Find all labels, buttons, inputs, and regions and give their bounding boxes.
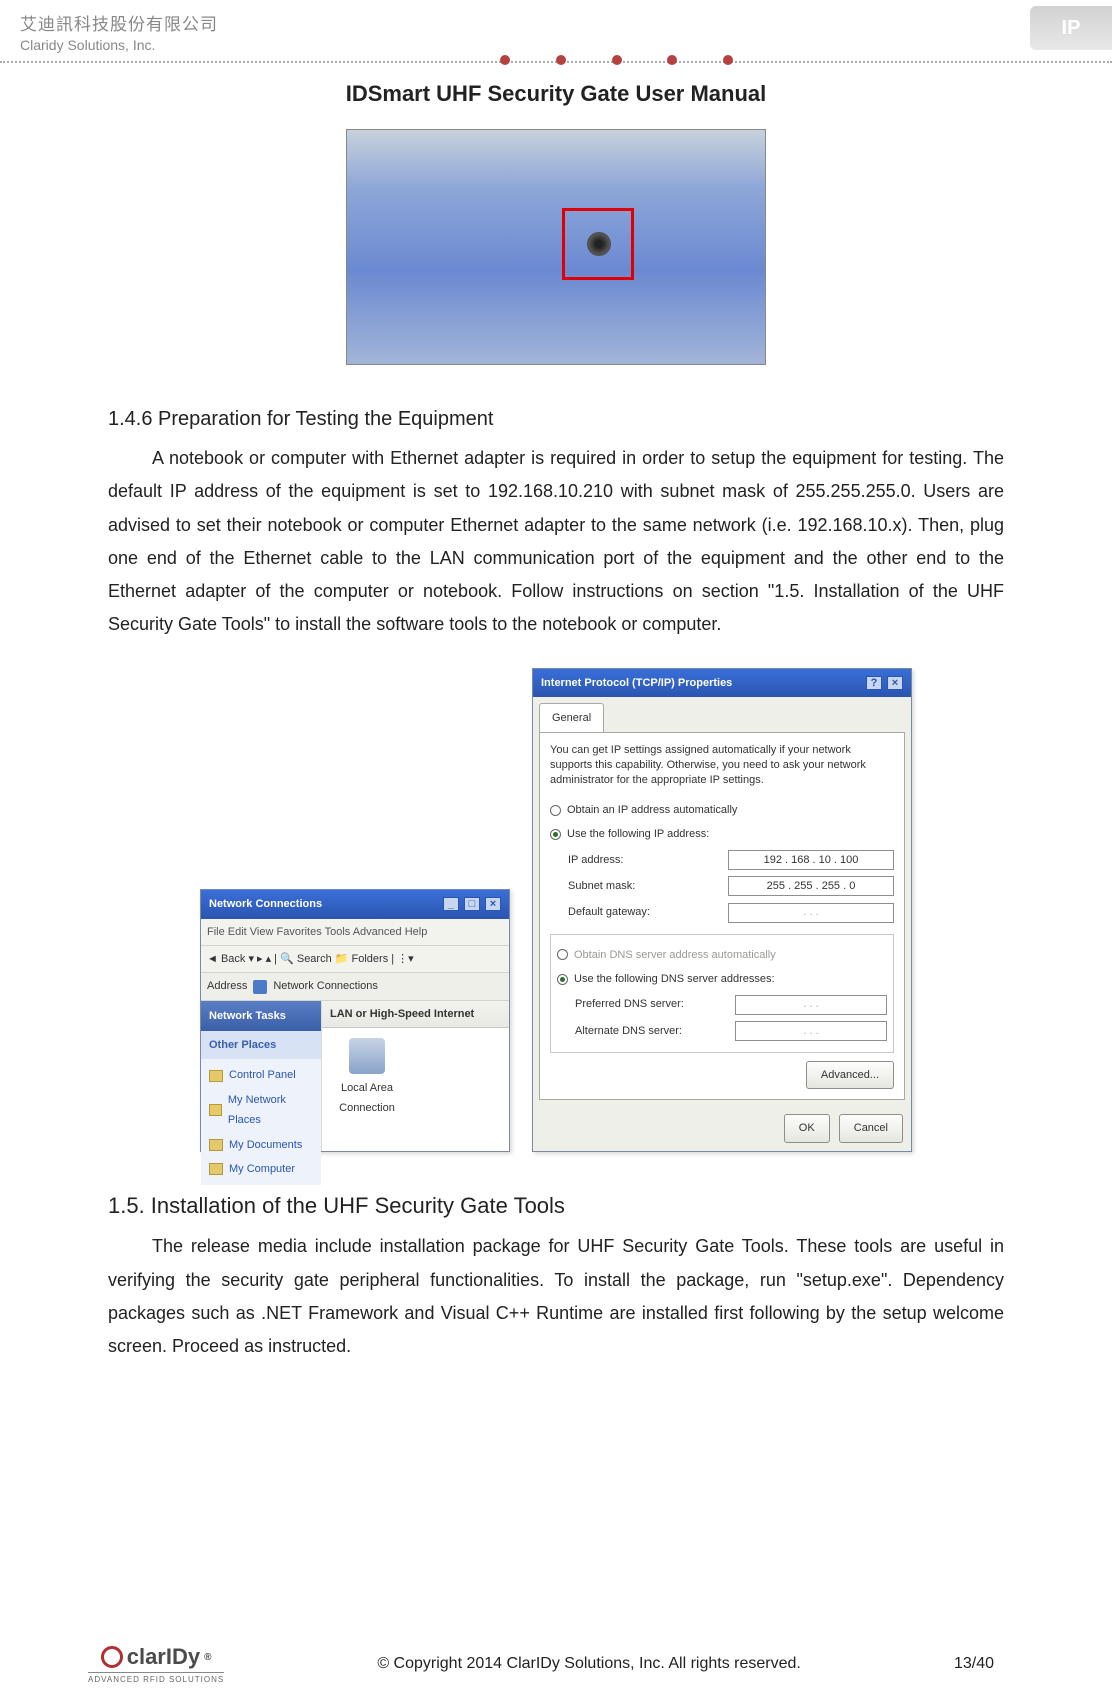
page-number: 13/40 xyxy=(954,1655,994,1673)
address-label: Address xyxy=(207,976,247,996)
win1-sidebar: Network Tasks Other Places Control Panel… xyxy=(201,1001,321,1151)
advanced-row: Advanced... xyxy=(550,1057,894,1089)
win2-window-buttons: ? × xyxy=(864,673,903,693)
advanced-button[interactable]: Advanced... xyxy=(806,1061,894,1089)
ring-icon xyxy=(101,1646,123,1668)
device-photo-wrap xyxy=(0,129,1112,365)
default-gateway-row: Default gateway: . . . xyxy=(550,899,894,925)
subnet-mask-label: Subnet mask: xyxy=(568,876,728,896)
radio-obtain-dns-auto: Obtain DNS server address automatically xyxy=(557,943,887,967)
highlight-box-icon xyxy=(562,208,634,280)
company-name-en: Claridy Solutions, Inc. xyxy=(20,37,1092,53)
default-gateway-input[interactable]: . . . xyxy=(728,903,894,923)
radio-use-following-ip[interactable]: Use the following IP address: xyxy=(550,822,894,846)
tab-general[interactable]: General xyxy=(539,703,604,732)
alternate-dns-label: Alternate DNS server: xyxy=(575,1021,735,1041)
ip-address-input[interactable]: 192 . 168 . 10 . 100 xyxy=(728,850,894,870)
other-places-list: Control Panel My Network Places My Docum… xyxy=(201,1059,321,1185)
other-places-header[interactable]: Other Places xyxy=(201,1031,321,1059)
subnet-mask-row: Subnet mask: 255 . 255 . 255 . 0 xyxy=(550,873,894,899)
maximize-icon[interactable]: □ xyxy=(464,897,480,911)
radio-icon xyxy=(557,949,568,960)
place-my-network-places[interactable]: My Network Places xyxy=(209,1088,313,1133)
radio-selected-icon xyxy=(550,829,561,840)
win2-footer: OK Cancel xyxy=(533,1106,911,1150)
close-icon[interactable]: × xyxy=(485,897,501,911)
win1-toolbar[interactable]: ◄ Back ▾ ▸ ▴ | 🔍 Search 📁 Folders | ⋮▾ xyxy=(201,946,509,973)
place-my-documents[interactable]: My Documents xyxy=(209,1133,313,1157)
ip-address-label: IP address: xyxy=(568,850,728,870)
page-header: 艾迪訊科技股份有限公司 Claridy Solutions, Inc. IP xyxy=(0,0,1112,53)
document-title: IDSmart UHF Security Gate User Manual xyxy=(0,81,1112,107)
content-area: 1.4.6 Preparation for Testing the Equipm… xyxy=(0,401,1112,1364)
section-146-heading: 1.4.6 Preparation for Testing the Equipm… xyxy=(108,401,1004,438)
preferred-dns-input[interactable]: . . . xyxy=(735,995,887,1015)
brand-logo: clarIDy® xyxy=(101,1644,212,1670)
win1-titlebar: Network Connections _ □ × xyxy=(201,890,509,918)
win2-tab-body: You can get IP settings assigned automat… xyxy=(539,732,905,1100)
win1-body: Network Tasks Other Places Control Panel… xyxy=(201,1001,509,1151)
ok-button[interactable]: OK xyxy=(784,1114,830,1142)
lan-label: Local Area Connection xyxy=(330,1078,404,1119)
device-photo xyxy=(346,129,766,365)
alternate-dns-row: Alternate DNS server: . . . xyxy=(557,1018,887,1044)
place-control-panel[interactable]: Control Panel xyxy=(209,1063,313,1087)
win1-main: LAN or High-Speed Internet Local Area Co… xyxy=(321,1001,509,1151)
header-separator xyxy=(0,59,1112,63)
footer-logo: clarIDy® ADVANCED RFID SOLUTIONS xyxy=(88,1644,224,1684)
local-area-connection-item[interactable]: Local Area Connection xyxy=(322,1028,412,1129)
section-15-paragraph: The release media include installation p… xyxy=(108,1230,1004,1363)
brand-tagline: ADVANCED RFID SOLUTIONS xyxy=(88,1672,224,1684)
win2-title: Internet Protocol (TCP/IP) Properties xyxy=(541,673,732,693)
network-icon xyxy=(253,980,267,994)
win1-window-buttons: _ □ × xyxy=(441,894,501,914)
place-my-computer[interactable]: My Computer xyxy=(209,1157,313,1181)
help-icon[interactable]: ? xyxy=(866,676,882,690)
page-footer: clarIDy® ADVANCED RFID SOLUTIONS © Copyr… xyxy=(0,1644,1112,1684)
alternate-dns-input[interactable]: . . . xyxy=(735,1021,887,1041)
subnet-mask-input[interactable]: 255 . 255 . 255 . 0 xyxy=(728,876,894,896)
network-connections-window: Network Connections _ □ × File Edit View… xyxy=(200,889,510,1151)
tcpip-properties-window: Internet Protocol (TCP/IP) Properties ? … xyxy=(532,668,912,1152)
address-value: Network Connections xyxy=(273,976,378,996)
dns-fieldset: Obtain DNS server address automatically … xyxy=(550,934,894,1053)
win2-info-text: You can get IP settings assigned automat… xyxy=(550,743,894,788)
ip-address-row: IP address: 192 . 168 . 10 . 100 xyxy=(550,847,894,873)
section-146-paragraph: A notebook or computer with Ethernet ada… xyxy=(108,442,1004,642)
preferred-dns-row: Preferred DNS server: . . . xyxy=(557,991,887,1017)
win2-tabbar: General xyxy=(533,697,911,732)
preferred-dns-label: Preferred DNS server: xyxy=(575,994,735,1014)
win2-titlebar: Internet Protocol (TCP/IP) Properties ? … xyxy=(533,669,911,697)
win1-menubar[interactable]: File Edit View Favorites Tools Advanced … xyxy=(201,919,509,946)
radio-selected-icon xyxy=(557,974,568,985)
company-name-cn: 艾迪訊科技股份有限公司 xyxy=(20,10,1092,35)
lan-adapter-icon xyxy=(349,1038,385,1074)
default-gateway-label: Default gateway: xyxy=(568,902,728,922)
copyright-text: © Copyright 2014 ClarIDy Solutions, Inc.… xyxy=(224,1655,954,1673)
radio-obtain-ip-auto[interactable]: Obtain an IP address automatically xyxy=(550,798,894,822)
section-15-heading: 1.5. Installation of the UHF Security Ga… xyxy=(108,1186,1004,1227)
lan-group-header: LAN or High-Speed Internet xyxy=(322,1001,509,1028)
cancel-button[interactable]: Cancel xyxy=(839,1114,903,1142)
network-tasks-header[interactable]: Network Tasks xyxy=(201,1001,321,1031)
close-icon[interactable]: × xyxy=(887,676,903,690)
screenshot-row: Network Connections _ □ × File Edit View… xyxy=(108,668,1004,1152)
win1-title: Network Connections xyxy=(209,894,322,914)
ipsmart-logo-icon: IP xyxy=(1030,6,1112,50)
win1-address-bar[interactable]: Address Network Connections xyxy=(201,973,509,1000)
minimize-icon[interactable]: _ xyxy=(443,897,459,911)
radio-icon xyxy=(550,805,561,816)
radio-use-following-dns[interactable]: Use the following DNS server addresses: xyxy=(557,967,887,991)
